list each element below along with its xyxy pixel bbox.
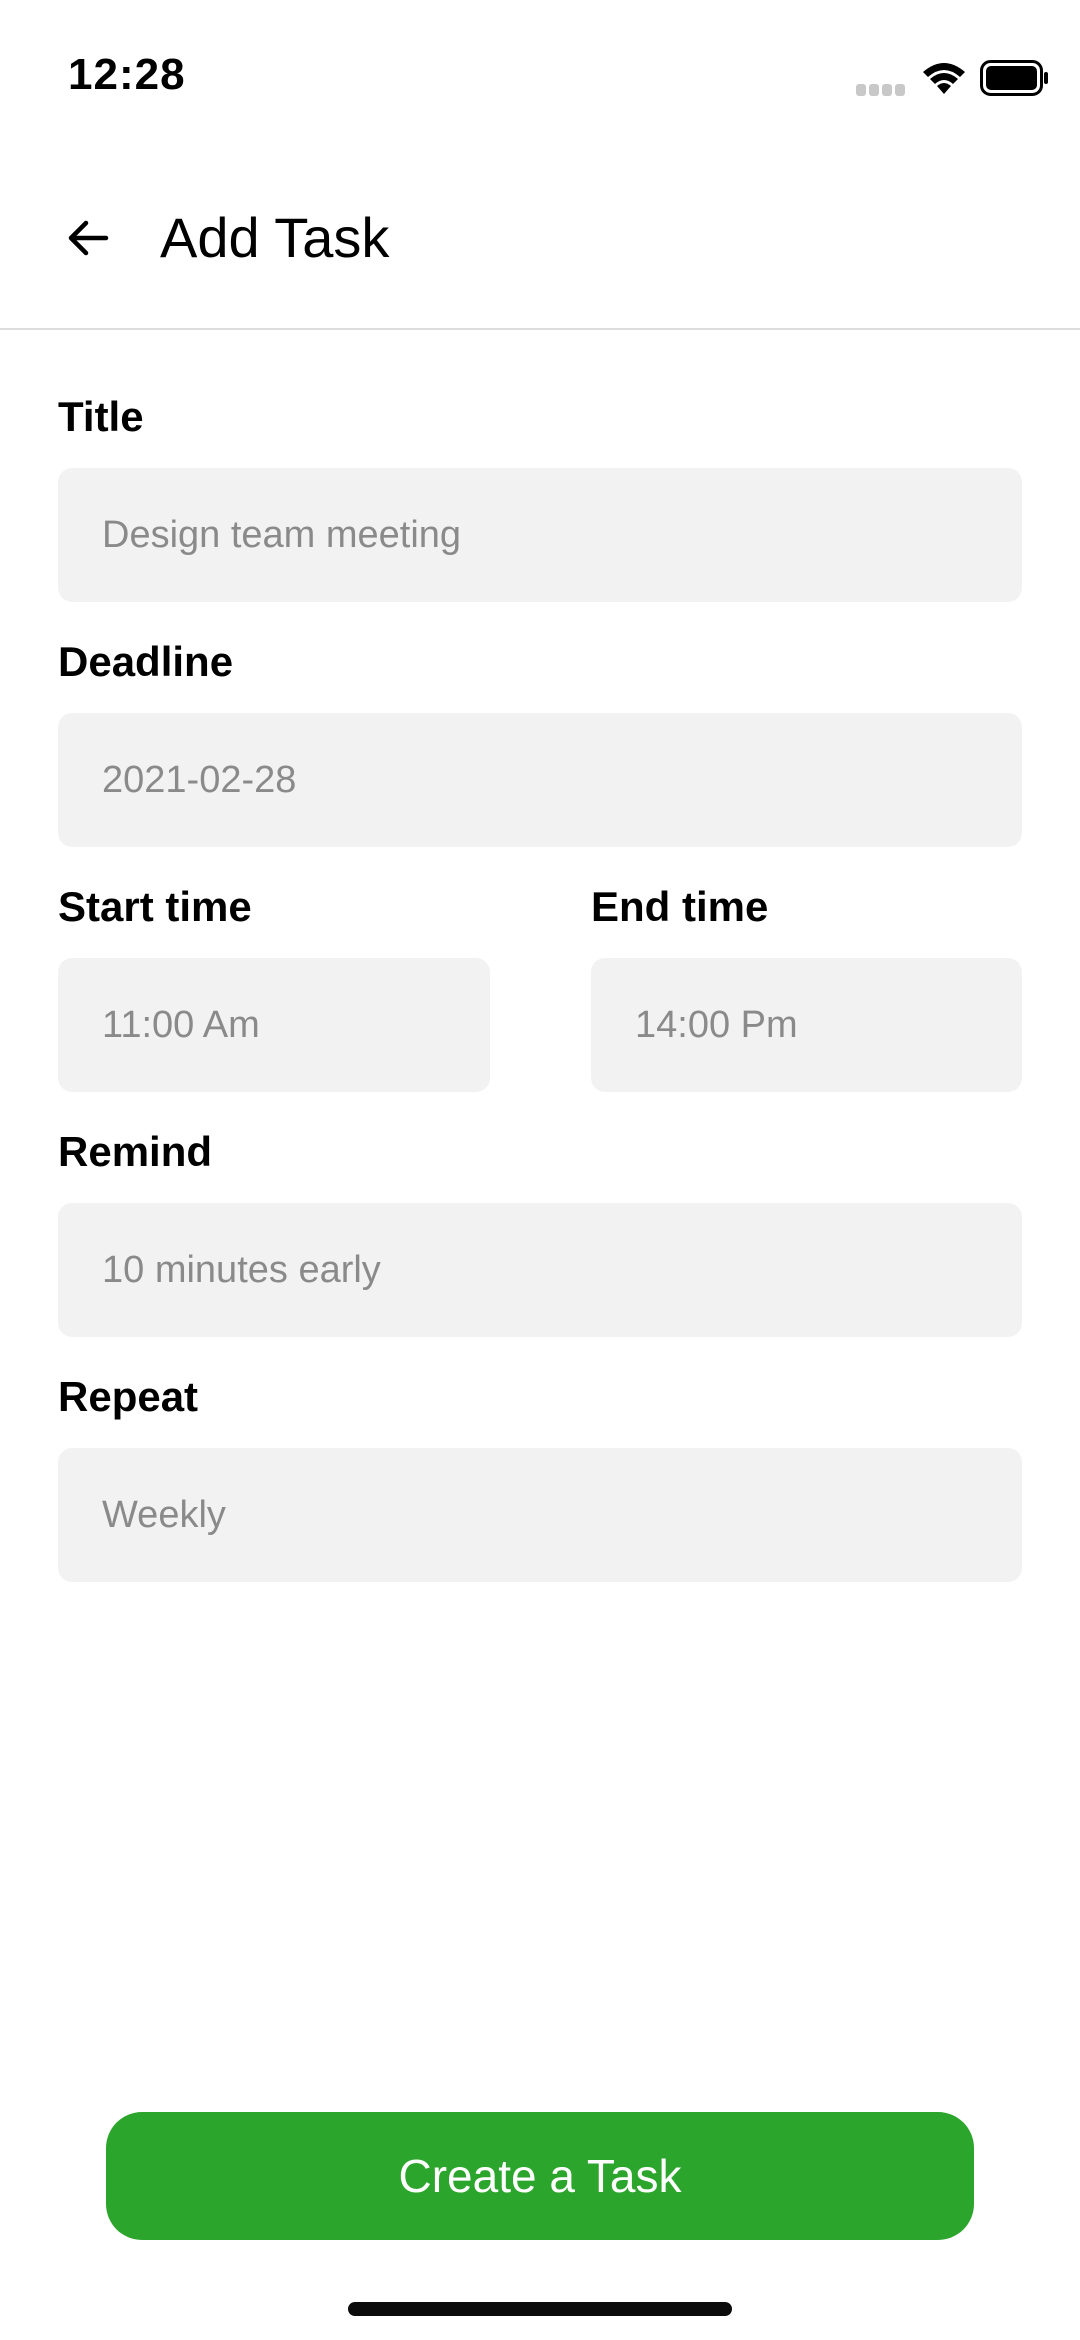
status-time: 12:28 [68, 50, 186, 99]
start-time-label: Start time [58, 883, 252, 930]
page-title: Add Task [160, 206, 390, 269]
home-indicator [348, 2302, 732, 2316]
app-header: Add Task [0, 170, 1080, 330]
wifi-icon [923, 63, 965, 94]
create-task-button[interactable]: Create a Task [106, 2112, 974, 2240]
remind-input[interactable]: 10 minutes early [58, 1203, 1022, 1337]
remind-label: Remind [58, 1128, 213, 1175]
repeat-label: Repeat [58, 1373, 199, 1420]
cellular-signal-icon [856, 84, 905, 96]
arrow-left-icon [68, 220, 109, 256]
repeat-input[interactable]: Weekly [58, 1448, 1022, 1582]
title-input[interactable]: Design team meeting [58, 468, 1022, 602]
battery-icon [980, 60, 1048, 96]
deadline-input[interactable]: 2021-02-28 [58, 713, 1022, 847]
status-bar: 12:28 [0, 0, 1080, 140]
end-time-input[interactable]: 14:00 Pm [591, 958, 1022, 1092]
start-time-input[interactable]: 11:00 Am [58, 958, 490, 1092]
deadline-label: Deadline [58, 638, 234, 685]
end-time-label: End time [591, 883, 769, 930]
back-button[interactable] [52, 202, 124, 274]
title-label: Title [58, 393, 144, 440]
